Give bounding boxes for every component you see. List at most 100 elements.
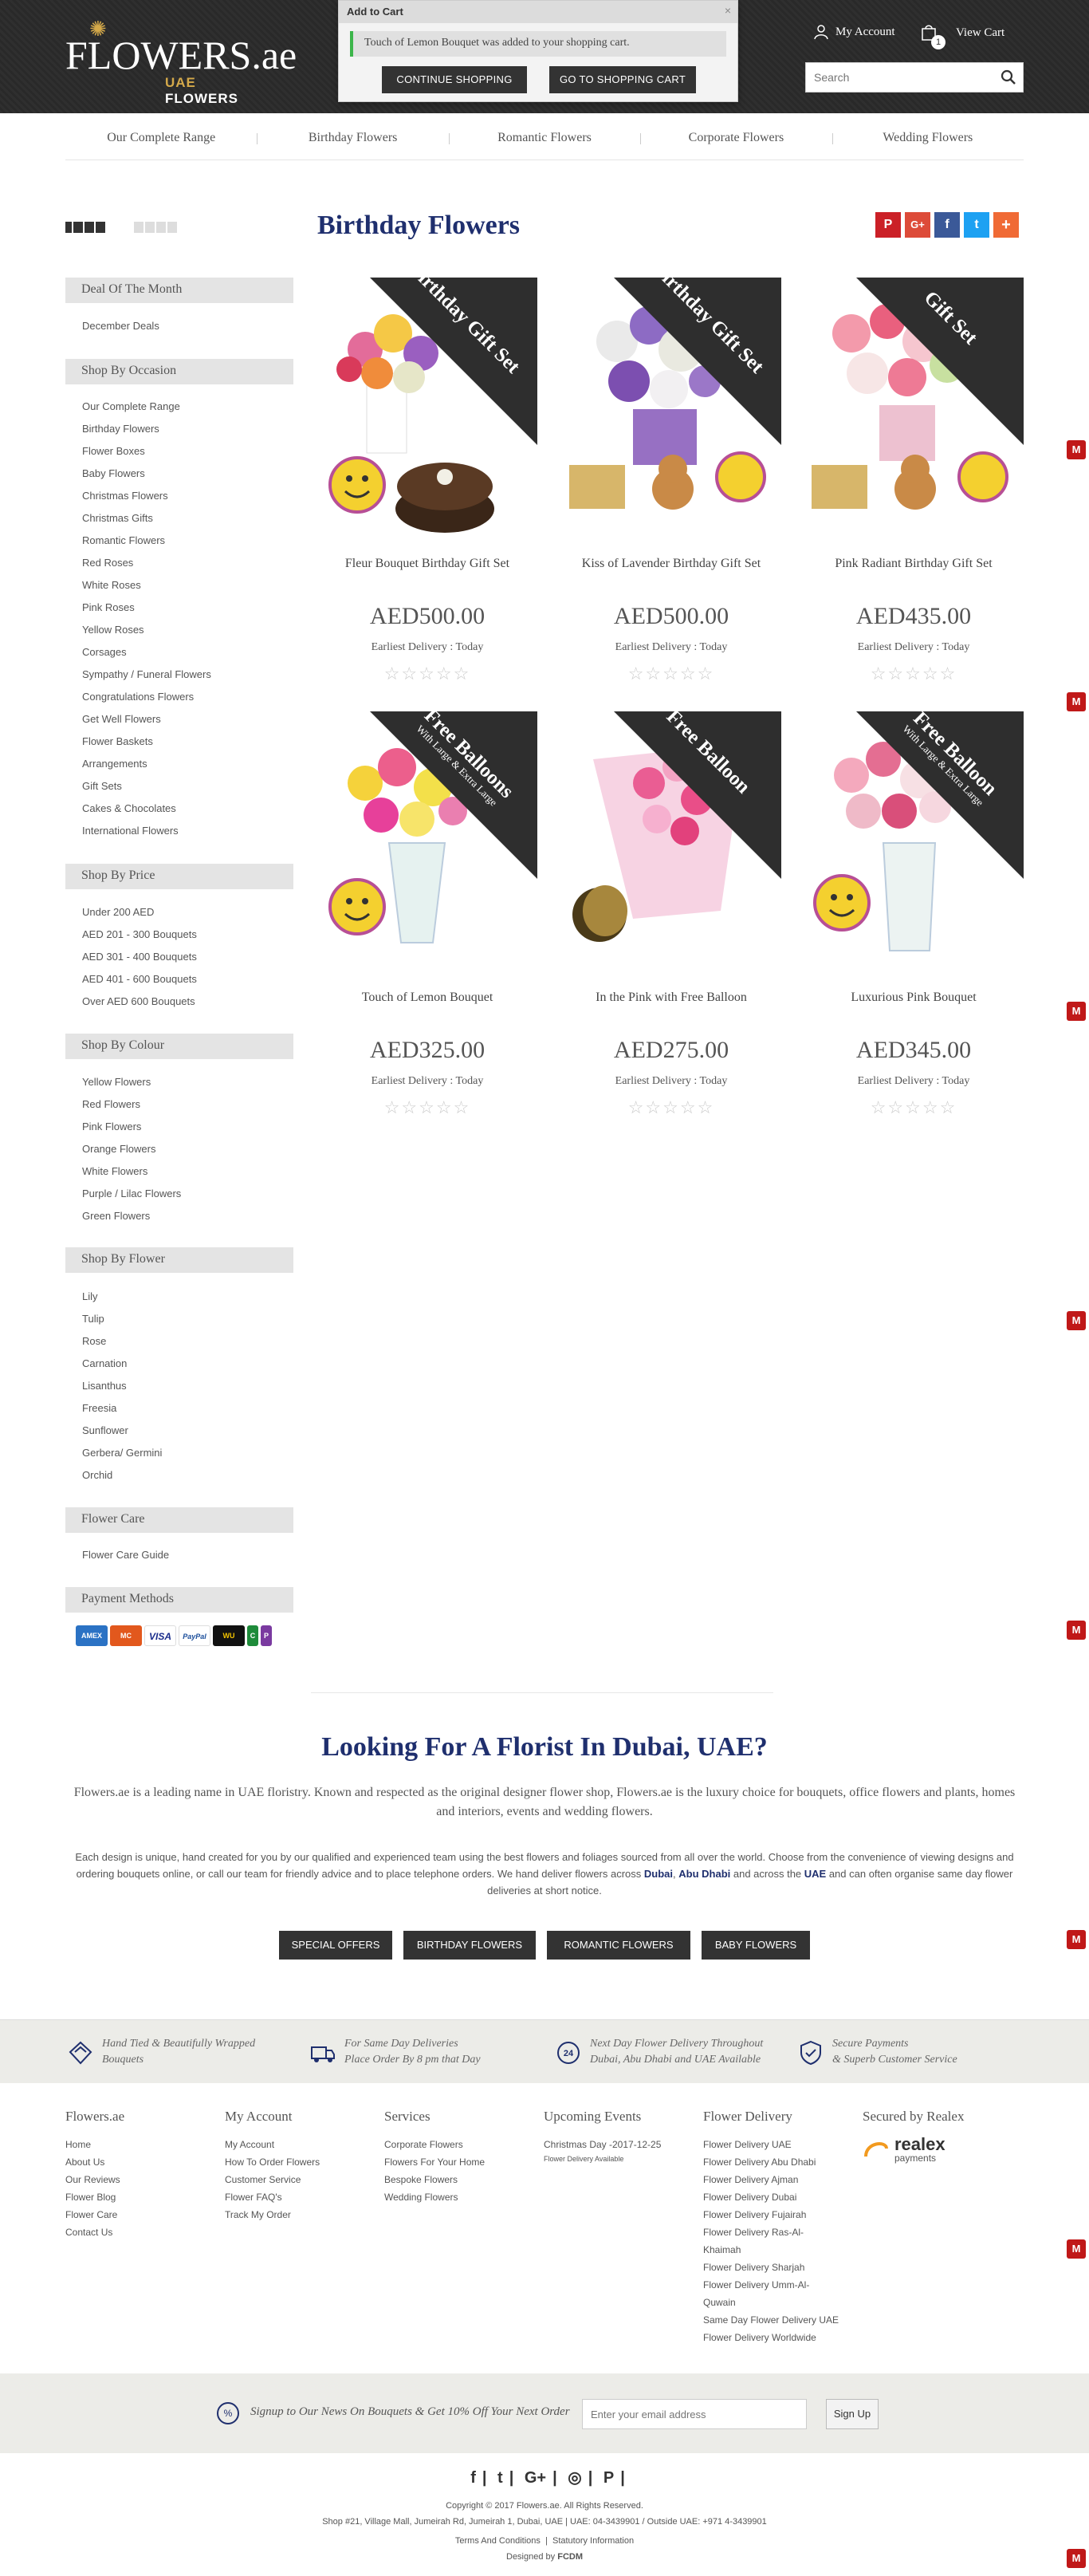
product-image[interactable]: Free Balloon With Large & Extra Large (804, 711, 1024, 973)
terms-link[interactable]: Terms And Conditions (455, 2536, 541, 2546)
facebook-share-icon[interactable]: f (934, 212, 960, 238)
sidebar-item[interactable]: Tulip (82, 1308, 289, 1330)
newsletter-email-input[interactable] (582, 2399, 807, 2429)
sidebar-item[interactable]: Rose (82, 1330, 289, 1353)
footer-link[interactable]: Flower Blog (65, 2188, 225, 2206)
sidebar-item[interactable]: Gerbera/ Germini (82, 1442, 289, 1464)
sidebar-item[interactable]: Red Flowers (82, 1093, 289, 1116)
sidebar-item[interactable]: Pink Roses (82, 597, 289, 619)
site-logo[interactable]: ✺ FLOWERS.ae UAE FLOWERS (65, 18, 297, 106)
sidebar-item[interactable]: Sympathy / Funeral Flowers (82, 664, 289, 686)
search-input[interactable] (806, 63, 989, 92)
sidebar-item[interactable]: Freesia (82, 1397, 289, 1420)
sidebar-item[interactable]: Under 200 AED (82, 901, 289, 924)
sidebar-item[interactable]: Cakes & Chocolates (82, 798, 289, 820)
product-card[interactable]: Free Balloon With Large & Extra Large Lux… (804, 711, 1024, 1126)
sidebar-item[interactable]: Flower Baskets (82, 731, 289, 753)
footer-link[interactable]: Flower Delivery UAE (703, 2136, 847, 2153)
sidebar-item[interactable]: Christmas Gifts (82, 507, 289, 530)
sidebar-item[interactable]: Congratulations Flowers (82, 686, 289, 708)
product-card[interactable]: Free Balloon In the Pink with Free Ballo… (561, 711, 781, 1126)
sidebar-item[interactable]: Christmas Flowers (82, 485, 289, 507)
sidebar-item[interactable]: Baby Flowers (82, 463, 289, 485)
footer-link[interactable]: Flower Delivery Dubai (703, 2188, 847, 2206)
footer-link[interactable]: Flower Care (65, 2206, 225, 2223)
footer-link[interactable]: Our Reviews (65, 2171, 225, 2188)
footer-link[interactable]: Flower Delivery Umm-Al-Quwain (703, 2276, 815, 2311)
sidebar-item[interactable]: Our Complete Range (82, 396, 289, 418)
link-dubai[interactable]: Dubai (644, 1868, 673, 1880)
nav-wedding-flowers[interactable]: Wedding Flowers (831, 124, 1024, 160)
footer-link[interactable]: Flower Delivery Ras-Al-Khaimah (703, 2223, 807, 2259)
product-card[interactable]: Free Balloons With Large & Extra Large To… (317, 711, 537, 1126)
footer-link[interactable]: Flower Delivery Sharjah (703, 2259, 847, 2276)
footer-link[interactable]: Corporate Flowers (384, 2136, 544, 2153)
footer-link[interactable]: My Account (225, 2136, 384, 2153)
my-account-link[interactable]: My Account (813, 24, 895, 40)
mcafee-badge-icon[interactable]: M (1067, 1311, 1086, 1330)
footer-link[interactable]: Flower Delivery Worldwide (703, 2329, 847, 2346)
product-image[interactable]: Birthday Gift Set (561, 278, 781, 539)
footer-link[interactable]: Christmas Day -2017-12-25 (544, 2136, 703, 2153)
signup-button[interactable]: Sign Up (826, 2399, 879, 2429)
product-card[interactable]: Gift Set Pink Radiant Birthday Gift Set … (804, 278, 1024, 692)
grid-view-icon[interactable] (134, 222, 177, 233)
list-view-icon[interactable] (65, 222, 105, 233)
mcafee-badge-icon[interactable]: M (1067, 1621, 1086, 1640)
product-name[interactable]: Kiss of Lavender Birthday Gift Set (561, 557, 781, 571)
sidebar-item[interactable]: White Roses (82, 574, 289, 597)
close-icon[interactable]: × (725, 4, 731, 17)
product-image[interactable]: Gift Set (804, 278, 1024, 539)
sidebar-item[interactable]: Yellow Flowers (82, 1071, 289, 1093)
sidebar-item[interactable]: Orange Flowers (82, 1138, 289, 1160)
sidebar-item[interactable]: Birthday Flowers (82, 418, 289, 440)
nav-romantic-flowers[interactable]: Romantic Flowers (448, 124, 640, 160)
sidebar-item[interactable]: Get Well Flowers (82, 708, 289, 731)
sidebar-item[interactable]: AED 401 - 600 Bouquets (82, 968, 289, 991)
product-image[interactable]: Free Balloons With Large & Extra Large (317, 711, 537, 973)
sidebar-item[interactable]: White Flowers (82, 1160, 289, 1183)
product-name[interactable]: Luxurious Pink Bouquet (804, 991, 1024, 1005)
footer-link[interactable]: Same Day Flower Delivery UAE (703, 2311, 847, 2329)
nav-birthday-flowers[interactable]: Birthday Flowers (257, 124, 448, 160)
mcafee-badge-icon[interactable]: M (1067, 1002, 1086, 1021)
product-name[interactable]: In the Pink with Free Balloon (561, 991, 781, 1005)
footer-link[interactable]: Home (65, 2136, 225, 2153)
go-to-cart-button[interactable]: GO TO SHOPPING CART (549, 66, 696, 93)
product-name[interactable]: Pink Radiant Birthday Gift Set (804, 557, 1024, 571)
sidebar-item[interactable]: AED 201 - 300 Bouquets (82, 924, 289, 946)
statutory-link[interactable]: Statutory Information (552, 2536, 634, 2546)
footer-link[interactable]: Flowers For Your Home (384, 2153, 544, 2171)
twitter-icon[interactable]: t (497, 2469, 503, 2487)
link-abu-dhabi[interactable]: Abu Dhabi (678, 1868, 730, 1880)
search-icon[interactable] (1001, 69, 1016, 85)
instagram-icon[interactable]: ◎ (568, 2469, 581, 2487)
sidebar-item[interactable]: Sunflower (82, 1420, 289, 1442)
more-share-icon[interactable]: + (993, 212, 1019, 238)
sidebar-item[interactable]: Yellow Roses (82, 619, 289, 641)
footer-link[interactable]: Contact Us (65, 2223, 225, 2241)
romantic-flowers-button[interactable]: ROMANTIC FLOWERS (547, 1931, 690, 1960)
baby-flowers-button[interactable]: BABY FLOWERS (702, 1931, 810, 1960)
footer-link[interactable]: Wedding Flowers (384, 2188, 544, 2206)
sidebar-item[interactable]: Gift Sets (82, 775, 289, 798)
mcafee-badge-icon[interactable]: M (1067, 1930, 1086, 1949)
sidebar-item[interactable]: Lily (82, 1286, 289, 1308)
footer-link[interactable]: Bespoke Flowers (384, 2171, 544, 2188)
product-card[interactable]: Birthday Gift Set Kiss of Lavender Birth… (561, 278, 781, 692)
view-cart-link[interactable]: 1 View Cart (921, 24, 1004, 49)
footer-link[interactable]: Track My Order (225, 2206, 384, 2223)
footer-link[interactable]: About Us (65, 2153, 225, 2171)
product-image[interactable]: Free Balloon (561, 711, 781, 973)
sidebar-item[interactable]: Purple / Lilac Flowers (82, 1183, 289, 1205)
google-plus-share-icon[interactable]: G+ (905, 212, 930, 238)
footer-link[interactable]: Customer Service (225, 2171, 384, 2188)
designer-link[interactable]: FCDM (557, 2552, 583, 2562)
sidebar-item[interactable]: Flower Boxes (82, 440, 289, 463)
footer-link[interactable]: Flower Delivery Fujairah (703, 2206, 847, 2223)
footer-link[interactable]: Flower Delivery Abu Dhabi (703, 2153, 847, 2171)
sidebar-item[interactable]: Corsages (82, 641, 289, 664)
sidebar-item[interactable]: Orchid (82, 1464, 289, 1487)
pinterest-share-icon[interactable]: P (875, 212, 901, 238)
product-name[interactable]: Fleur Bouquet Birthday Gift Set (317, 557, 537, 571)
